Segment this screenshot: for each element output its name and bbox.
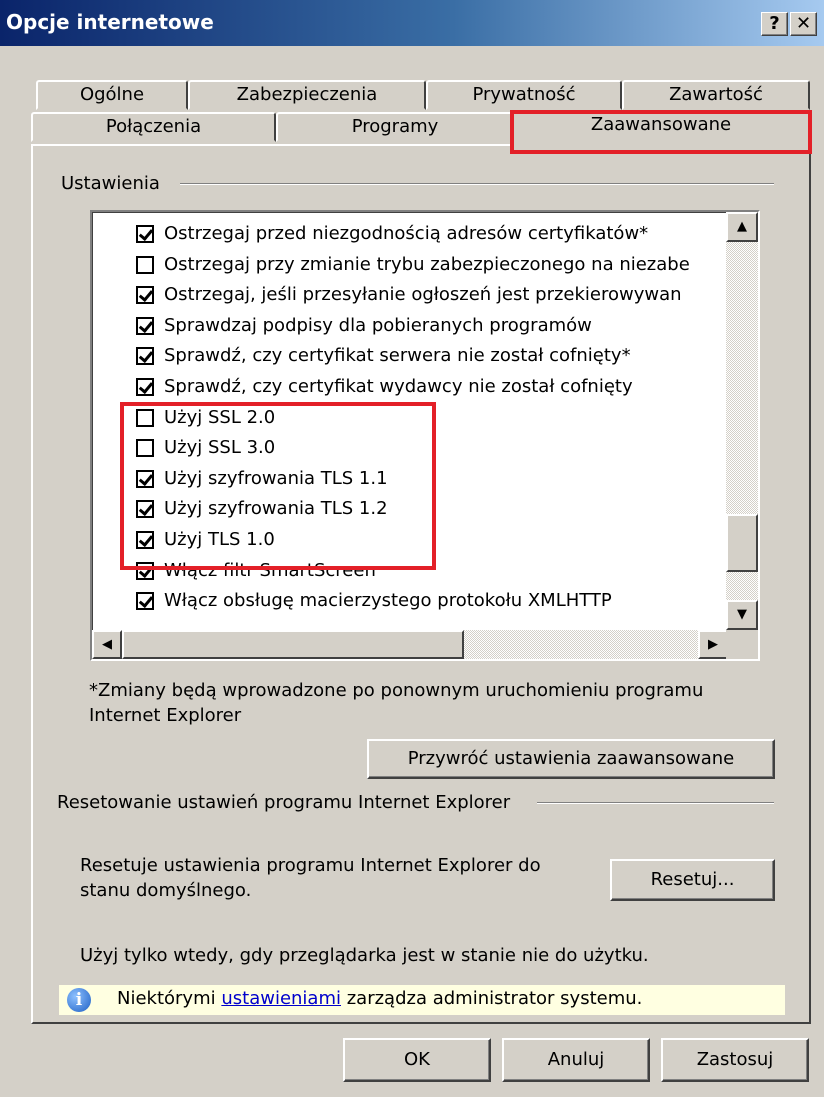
tab-label: Ogólne: [79, 84, 145, 105]
close-icon: ✕: [795, 13, 812, 34]
tab-label: Zawartość: [669, 84, 763, 105]
ok-button[interactable]: OK: [343, 1038, 491, 1082]
tab-programy[interactable]: Programy: [276, 112, 514, 142]
tab-label: Zaawansowane: [590, 114, 732, 135]
tab-label: Połączenia: [105, 116, 202, 137]
apply-button[interactable]: Zastosuj: [661, 1038, 809, 1082]
tab-panel: [31, 144, 811, 1024]
help-button[interactable]: ?: [761, 12, 788, 36]
tab-label: Zabezpieczenia: [236, 84, 378, 105]
tab-label: Prywatność: [472, 84, 576, 105]
tab-zawartosc[interactable]: Zawartość: [622, 80, 810, 110]
close-button[interactable]: ✕: [790, 12, 817, 36]
tab-ogolne[interactable]: Ogólne: [36, 80, 188, 110]
tab-polaczenia[interactable]: Połączenia: [31, 112, 276, 142]
tab-zaawansowane[interactable]: Zaawansowane: [512, 110, 810, 146]
title-bar: Opcje internetowe ? ✕: [0, 0, 824, 46]
cancel-button[interactable]: Anuluj: [502, 1038, 650, 1082]
tab-label: Programy: [351, 116, 439, 137]
window-title: Opcje internetowe: [6, 10, 214, 34]
tab-prywatnosc[interactable]: Prywatność: [426, 80, 622, 110]
tab-zabezpieczenia[interactable]: Zabezpieczenia: [188, 80, 426, 110]
